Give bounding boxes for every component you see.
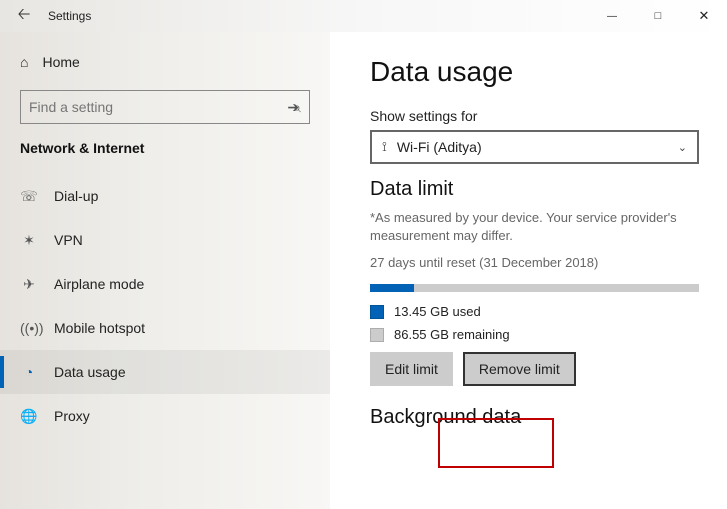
data-limit-heading: Data limit — [370, 178, 699, 201]
main-panel: Data usage Show settings for ⟟ Wi-Fi (Ad… — [330, 32, 727, 509]
sidebar-item-proxy[interactable]: 🌐 Proxy — [0, 394, 330, 438]
reset-text: 27 days until reset (31 December 2018) — [370, 255, 699, 270]
minimize-button[interactable]: ― — [589, 0, 635, 32]
background-data-heading: Background data — [370, 406, 699, 429]
limit-buttons: Edit limit Remove limit — [370, 352, 699, 386]
sidebar-section-label: Network & Internet — [20, 140, 310, 156]
sidebar-nav: ☏ Dial-up ✶ VPN ✈ Airplane mode ((•)) Mo… — [0, 174, 330, 438]
sidebar-item-label: Proxy — [54, 408, 90, 424]
remaining-row: 86.55 GB remaining — [370, 327, 699, 342]
sidebar-home[interactable]: ⌂ Home — [20, 42, 310, 82]
remaining-swatch — [370, 328, 384, 342]
dialup-icon: ☏ — [20, 188, 38, 205]
titlebar: 🡠 Settings ― □ ✕ — [0, 0, 727, 32]
sidebar-item-hotspot[interactable]: ((•)) Mobile hotspot — [0, 306, 330, 350]
wifi-icon: ⟟ — [382, 139, 387, 155]
adapter-dropdown[interactable]: ⟟ Wi-Fi (Aditya) ⌄ — [370, 130, 699, 164]
home-label: Home — [42, 54, 79, 70]
remaining-text: 86.55 GB remaining — [394, 327, 510, 342]
page-title: Data usage — [370, 56, 699, 88]
window-controls: ― □ ✕ — [589, 0, 727, 32]
sidebar-item-datausage[interactable]: ◔ Data usage — [0, 350, 330, 394]
usage-progress — [370, 284, 699, 292]
datausage-icon: ◔ — [20, 364, 38, 380]
airplane-icon: ✈ — [20, 276, 38, 293]
sidebar-item-airplane[interactable]: ✈ Airplane mode — [0, 262, 330, 306]
adapter-label: Wi-Fi (Aditya) — [397, 139, 668, 155]
home-icon: ⌂ — [20, 54, 28, 70]
used-text: 13.45 GB used — [394, 304, 481, 319]
sidebar-item-label: Data usage — [54, 364, 126, 380]
close-button[interactable]: ✕ — [681, 0, 727, 32]
sidebar-item-vpn[interactable]: ✶ VPN — [0, 218, 330, 262]
used-swatch — [370, 305, 384, 319]
remove-limit-button[interactable]: Remove limit — [463, 352, 576, 386]
sidebar-item-label: Mobile hotspot — [54, 320, 145, 336]
sidebar-item-label: Airplane mode — [54, 276, 144, 292]
vpn-icon: ✶ — [20, 232, 38, 249]
hotspot-icon: ((•)) — [20, 320, 38, 336]
chevron-down-icon: ⌄ — [678, 141, 687, 154]
show-settings-label: Show settings for — [370, 108, 699, 124]
sidebar-item-label: Dial-up — [54, 188, 98, 204]
used-row: 13.45 GB used — [370, 304, 699, 319]
proxy-icon: 🌐 — [20, 408, 38, 425]
back-button[interactable]: 🡠 — [0, 3, 48, 30]
sidebar: ⌂ Home ➔ ⌕ Network & Internet ☏ Dial-up … — [0, 32, 330, 509]
sidebar-item-label: VPN — [54, 232, 83, 248]
search-input[interactable] — [29, 99, 287, 115]
edit-limit-button[interactable]: Edit limit — [370, 352, 453, 386]
window-title: Settings — [48, 9, 91, 23]
search-box[interactable]: ➔ ⌕ — [20, 90, 310, 124]
sidebar-item-dialup[interactable]: ☏ Dial-up — [0, 174, 330, 218]
search-icon: ⌕ — [293, 99, 301, 116]
measurement-note: *As measured by your device. Your servic… — [370, 209, 699, 245]
usage-progress-fill — [370, 284, 414, 292]
maximize-button[interactable]: □ — [635, 0, 681, 32]
